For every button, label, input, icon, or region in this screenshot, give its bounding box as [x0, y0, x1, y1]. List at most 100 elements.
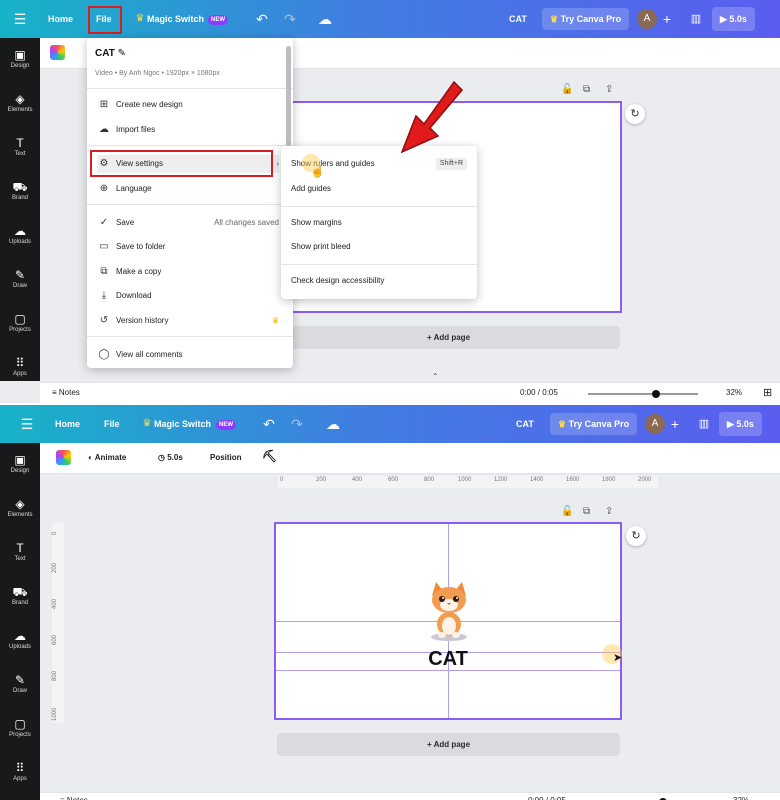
plus-icon[interactable]: +	[668, 405, 682, 443]
sidebar-item-brand[interactable]: ⛟ Brand	[0, 585, 40, 607]
submenu-item-margins[interactable]: Show margins	[291, 214, 467, 232]
avatar[interactable]: A	[637, 9, 657, 29]
cat-illustration-icon[interactable]	[424, 582, 474, 642]
hamburger-icon[interactable]: ☰	[17, 405, 37, 443]
play-button[interactable]: ▶ 5.0s	[719, 412, 762, 436]
divider	[87, 145, 293, 146]
sidebar-item-uploads[interactable]: ☁ Uploads	[0, 224, 40, 246]
sidebar-item-draw[interactable]: ✎ Draw	[0, 673, 40, 695]
menu-item-save[interactable]: ✓ Save All changes saved	[97, 214, 279, 232]
duplicate-icon[interactable]: ⧉	[583, 506, 590, 517]
ruler-tick: 1800	[602, 477, 616, 483]
color-picker-icon[interactable]	[56, 450, 71, 465]
zoom-slider[interactable]	[588, 390, 698, 398]
design-title[interactable]: CAT	[509, 0, 527, 38]
sidebar-item-apps[interactable]: ⠿ Apps	[0, 356, 40, 378]
chevron-up-icon[interactable]: ⌃	[432, 372, 439, 381]
sidebar-item-uploads[interactable]: ☁ Uploads	[0, 629, 40, 651]
shortcut-badge: Shift+R	[435, 158, 467, 170]
avatar[interactable]: A	[645, 414, 665, 434]
duplicate-icon[interactable]: ⧉	[583, 84, 590, 95]
menu-item-import[interactable]: ☁ Import files	[97, 121, 279, 139]
sidebar-item-text[interactable]: T Text	[0, 541, 40, 563]
sidebar-item-elements[interactable]: ◈ Elements	[0, 497, 40, 519]
zoom-level[interactable]: 32%	[733, 796, 749, 800]
refresh-icon[interactable]: ↻	[625, 104, 645, 124]
sidebar-item-design[interactable]: ▣ Design	[0, 48, 40, 70]
refresh-icon[interactable]: ↻	[626, 526, 646, 546]
copy-icon: ⧉	[100, 266, 108, 277]
try-canva-pro-button[interactable]: ♛ Try Canva Pro	[542, 8, 630, 30]
menu-label: Download	[116, 291, 152, 300]
projects-icon: ▢	[14, 312, 26, 326]
play-button[interactable]: ▶ 5.0s	[712, 7, 755, 31]
home-button[interactable]: Home	[48, 0, 73, 38]
sidebar: ▣ Design ◈ Elements T Text ⛟ Brand ☁ Uploads …	[0, 443, 40, 800]
position-button[interactable]: Position	[210, 450, 242, 466]
sidebar-item-projects[interactable]: ▢ Projects	[0, 312, 40, 334]
menu-scrollbar[interactable]	[286, 46, 291, 146]
sidebar-item-projects[interactable]: ▢ Projects	[0, 717, 40, 739]
home-button[interactable]: Home	[55, 405, 80, 443]
hamburger-icon[interactable]: ☰	[10, 0, 30, 38]
menu-item-create[interactable]: ⊞ Create new design	[97, 96, 279, 114]
add-page-button[interactable]: + Add page	[277, 326, 620, 349]
menu-label: Make a copy	[116, 267, 162, 276]
share-icon[interactable]: ⇪	[605, 84, 613, 95]
undo-icon[interactable]: ↶	[254, 0, 270, 38]
menu-item-make-copy[interactable]: ⧉ Make a copy	[97, 263, 279, 281]
submenu-item-print-bleed[interactable]: Show print bleed	[291, 238, 467, 256]
sidebar-item-design[interactable]: ▣ Design	[0, 453, 40, 475]
plus-icon[interactable]: +	[660, 0, 674, 38]
sidebar-label: Apps	[13, 776, 27, 782]
try-canva-pro-button[interactable]: ♛ Try Canva Pro	[550, 413, 638, 435]
grid-view-icon[interactable]: ⊞	[763, 386, 772, 399]
sidebar-item-brand[interactable]: ⛟ Brand	[0, 180, 40, 202]
undo-icon[interactable]: ↶	[261, 405, 277, 443]
file-button[interactable]: File	[104, 405, 120, 443]
color-picker-icon[interactable]	[50, 45, 65, 60]
menu-item-save-folder[interactable]: ▭ Save to folder	[97, 238, 279, 256]
pencil-icon[interactable]: ✎	[118, 48, 126, 59]
cat-heading[interactable]: CAT	[276, 648, 620, 671]
submenu-item-add-guides[interactable]: Add guides	[291, 180, 467, 198]
zoom-slider-knob[interactable]	[652, 390, 660, 398]
menu-item-view-comments[interactable]: ◯ View all comments	[97, 346, 279, 364]
share-icon[interactable]: ⇪	[605, 506, 613, 517]
sidebar-item-elements[interactable]: ◈ Elements	[0, 92, 40, 114]
animate-button[interactable]: ◐ Animate	[88, 450, 126, 466]
add-page-button[interactable]: + Add page	[277, 733, 620, 756]
zoom-level[interactable]: 32%	[726, 388, 742, 397]
menu-item-language[interactable]: ⊕ Language	[97, 180, 279, 198]
sidebar-item-text[interactable]: T Text	[0, 136, 40, 158]
duration-button[interactable]: ◷ 5.0s	[158, 450, 183, 466]
lock-icon[interactable]: 🔓	[561, 84, 573, 95]
ruler-tick: 400	[52, 598, 58, 609]
redo-icon[interactable]: ↷	[282, 0, 298, 38]
paint-roller-icon[interactable]: ⛏	[262, 448, 277, 464]
ruler-tick: 600	[52, 634, 58, 645]
design-title[interactable]: CAT	[516, 405, 534, 443]
cloud-saved-icon[interactable]: ☁	[324, 405, 342, 443]
magic-switch-button[interactable]: Magic Switch	[147, 0, 204, 38]
analytics-icon[interactable]: ▥	[688, 0, 704, 38]
magic-switch-button[interactable]: Magic Switch	[154, 405, 211, 443]
notes-button[interactable]: ≡ Notes	[60, 796, 88, 800]
redo-icon[interactable]: ↷	[289, 405, 305, 443]
save-check-icon: ✓	[99, 217, 109, 228]
submenu-item-accessibility[interactable]: Check design accessibility	[291, 272, 467, 290]
bottom-bar: ≡ Notes 0:00 / 0:05 32%	[40, 792, 780, 800]
menu-label: Version history	[116, 316, 169, 325]
cloud-saved-icon[interactable]: ☁	[316, 0, 334, 38]
sidebar-item-draw[interactable]: ✎ Draw	[0, 268, 40, 290]
design-name[interactable]: CAT ✎	[95, 48, 126, 59]
menu-label: Save	[116, 218, 135, 227]
design-page[interactable]: CAT ➤	[274, 522, 622, 720]
lock-icon[interactable]: 🔓	[561, 506, 573, 517]
menu-item-version-history[interactable]: ↺ Version history ♛	[97, 312, 279, 330]
analytics-icon[interactable]: ▥	[696, 405, 712, 443]
menu-label: Import files	[116, 125, 156, 134]
notes-button[interactable]: ≡ Notes	[52, 388, 80, 397]
sidebar-item-apps[interactable]: ⠿ Apps	[0, 761, 40, 783]
menu-item-download[interactable]: ⤓ Download	[97, 287, 279, 305]
